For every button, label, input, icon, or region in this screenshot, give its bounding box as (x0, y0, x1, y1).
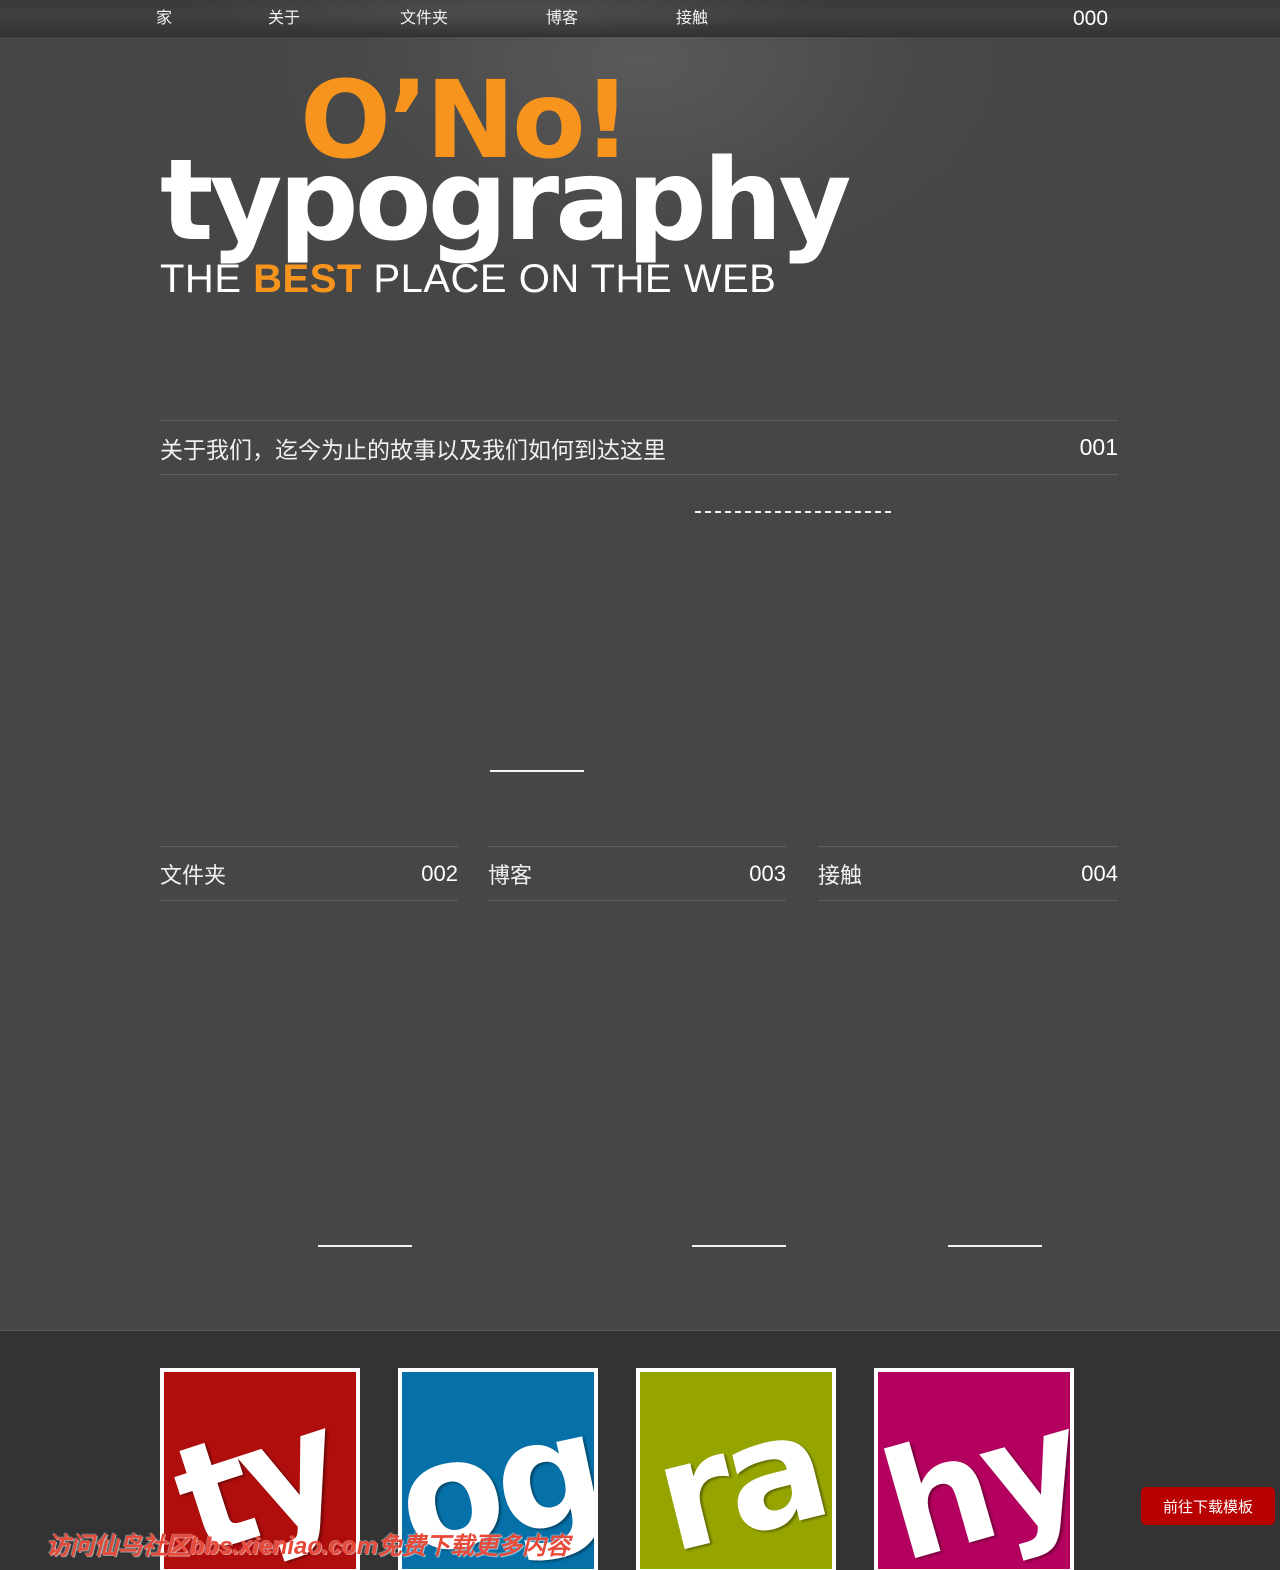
footer-tile-gallery: ty og ra hy (160, 1368, 1120, 1570)
column-header-contact[interactable]: 接触 004 (818, 846, 1118, 901)
top-navigation-bar: 家 关于 文件夹 博客 接触 000 (0, 0, 1280, 37)
nav-item-3[interactable]: 文件夹 (400, 0, 448, 37)
about-readmore-rule[interactable] (490, 770, 584, 772)
tile-swatch: hy (878, 1372, 1070, 1569)
about-section-header[interactable]: 关于我们，迄今为止的故事以及我们如何到达这里 001 (160, 420, 1118, 475)
tile-ra[interactable]: ra (636, 1368, 836, 1570)
tile-letters: og (402, 1379, 594, 1569)
column-title: 文件夹 (160, 862, 227, 888)
about-section-title: 关于我们，迄今为止的故事以及我们如何到达这里 (160, 436, 666, 463)
tile-swatch: ty (164, 1372, 356, 1569)
tagline-suffix: PLACE ON THE WEB (361, 256, 777, 301)
masthead-logo: O’No! typography THE BEST PLACE ON THE W… (160, 67, 920, 302)
tile-og[interactable]: og (398, 1368, 598, 1570)
column-title: 接触 (818, 862, 863, 888)
nav-glow-decoration (160, 0, 860, 37)
download-template-button[interactable]: 前往下载模板 (1141, 1487, 1275, 1525)
column-rule-portfolio[interactable] (318, 1245, 412, 1247)
tile-hy[interactable]: hy (874, 1368, 1074, 1570)
nav-item-2[interactable]: 关于 (268, 0, 300, 37)
column-header-portfolio[interactable]: 文件夹 002 (160, 846, 458, 901)
tile-swatch: og (402, 1372, 594, 1569)
column-number: 003 (749, 860, 786, 886)
tagline-accent-best: BEST (253, 256, 362, 301)
column-title: 博客 (488, 862, 533, 888)
dashed-divider (695, 511, 891, 513)
nav-item-1[interactable]: 家 (156, 0, 172, 37)
tile-swatch: ra (640, 1372, 832, 1569)
tile-ty[interactable]: ty (160, 1368, 360, 1570)
column-rule-contact[interactable] (948, 1245, 1042, 1247)
column-header-blog[interactable]: 博客 003 (488, 846, 786, 901)
column-number: 002 (421, 860, 458, 886)
tile-letters: ra (640, 1378, 832, 1569)
logo-line-typography: typography (160, 136, 852, 267)
tile-letters: hy (878, 1375, 1070, 1569)
column-rule-blog[interactable] (692, 1245, 786, 1247)
about-section-number: 001 (1079, 434, 1118, 460)
column-number: 004 (1081, 860, 1118, 886)
nav-section-number: 000 (1073, 7, 1109, 30)
nav-item-4[interactable]: 博客 (546, 0, 578, 37)
page-root: 家关于 文件夹 博客 接触 000 O’No! typography THE BEST… (0, 0, 1280, 1570)
nav-item-5[interactable]: 接触 (676, 0, 708, 37)
tile-letters: ty (164, 1375, 356, 1569)
tagline-prefix: THE (160, 256, 254, 301)
